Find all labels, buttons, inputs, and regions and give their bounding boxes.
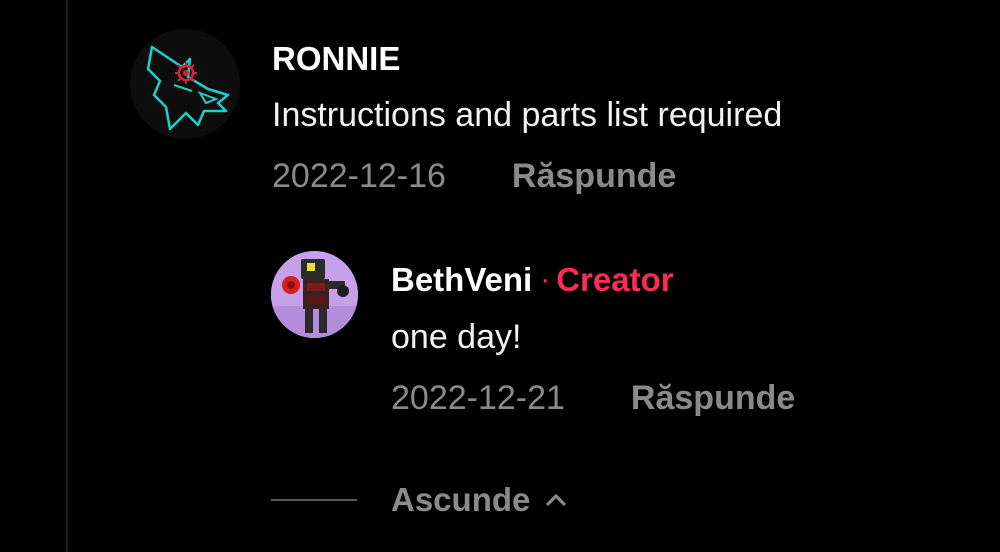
comment-text: Instructions and parts list required [272,96,783,134]
separator-dot: · [540,263,551,296]
reply-reply-button[interactable]: Răspunde [631,377,795,419]
comment-date: 2022-12-16 [272,157,446,195]
bethveni-avatar[interactable] [271,251,358,338]
reply-username[interactable]: BethVeni [391,260,532,300]
reply-header: BethVeni · Creator [391,259,674,301]
hide-replies-row: Ascunde [271,478,568,522]
creator-badge: Creator [556,261,674,298]
reply-date: 2022-12-21 [391,379,565,417]
comment-username[interactable]: RONNIE [272,39,400,79]
reply-text: one day! [391,318,522,356]
thread-divider [66,0,68,552]
reply-button[interactable]: Răspunde [512,155,676,197]
hide-replies-label: Ascunde [391,481,531,518]
hide-replies-divider [271,499,357,501]
ronnie-avatar[interactable] [130,29,240,139]
comment-meta: 2022-12-16 Răspunde [272,155,676,197]
reply-meta: 2022-12-21 Răspunde [391,377,795,419]
chevron-up-icon [544,488,568,512]
hide-replies-button[interactable]: Ascunde [391,481,568,519]
